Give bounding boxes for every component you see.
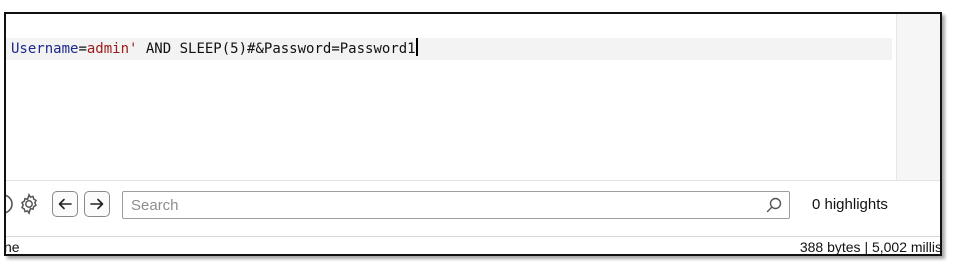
request-viewer-panel: Username=admin' AND SLEEP(5)#&Password=P… xyxy=(4,12,942,256)
response-stats: 388 bytes | 5,002 millis xyxy=(799,239,942,255)
param-name: Username xyxy=(11,41,79,57)
param-equals: = xyxy=(78,41,87,57)
highlight-count: 0 highlights xyxy=(812,196,888,213)
search-field[interactable] xyxy=(122,191,790,219)
next-match-button[interactable] xyxy=(84,191,110,217)
previous-match-button[interactable] xyxy=(52,191,78,217)
status-bar: ne 388 bytes | 5,002 millis xyxy=(4,236,942,255)
arrow-right-icon xyxy=(90,198,104,210)
search-bar: 0 highlights xyxy=(6,180,940,237)
search-input[interactable] xyxy=(123,192,769,218)
gear-icon[interactable] xyxy=(16,191,42,217)
help-icon[interactable] xyxy=(6,191,16,217)
request-body-line[interactable]: Username=admin' AND SLEEP(5)#&Password=P… xyxy=(6,38,892,60)
param-value: admin' xyxy=(86,41,138,57)
search-icon[interactable] xyxy=(765,196,783,214)
status-left-text: ne xyxy=(4,239,20,255)
text-caret xyxy=(415,38,418,56)
request-editor[interactable]: Username=admin' AND SLEEP(5)#&Password=P… xyxy=(6,14,896,180)
arrow-left-icon xyxy=(58,198,72,210)
editor-scroll-gutter[interactable] xyxy=(896,14,940,180)
payload-text: AND SLEEP(5)#&Password=Password1 xyxy=(137,41,416,57)
